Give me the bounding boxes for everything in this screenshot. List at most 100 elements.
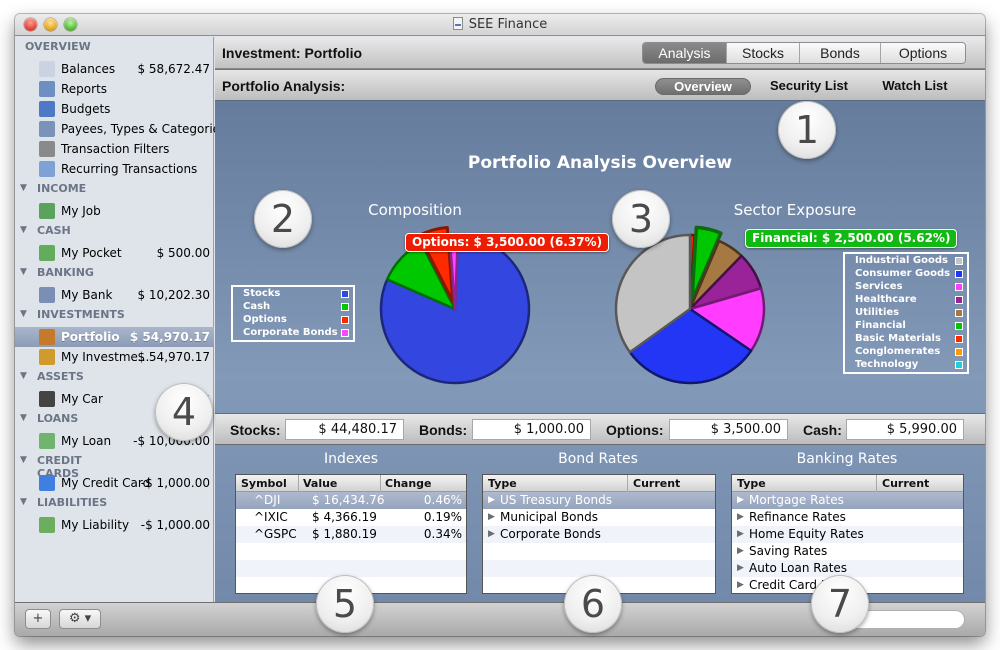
bonds-field[interactable]: $ 1,000.00 [472, 419, 591, 440]
column-symbol[interactable]: Symbol [241, 477, 287, 490]
window-title-text: SEE Finance [468, 17, 548, 32]
legend-swatch [955, 309, 963, 317]
sidebar-item-my-bank[interactable]: My Bank $ 10,202.30 [15, 285, 214, 305]
legend-entry: Conglomerates [855, 346, 963, 359]
disclosure-triangle-icon[interactable]: ▶ [737, 529, 744, 539]
portfolio-icon [39, 329, 55, 345]
legend-label: Options [243, 314, 287, 325]
action-menu-button[interactable]: ⚙ ▾ [59, 609, 101, 629]
disclosure-triangle-icon[interactable]: ▶ [737, 580, 744, 590]
column-change[interactable]: Change [385, 477, 432, 490]
sidebar-item-my-investme[interactable]: My Investme... $ 54,970.17 [15, 347, 214, 367]
column-divider[interactable] [627, 475, 628, 492]
legend-label: Corporate Bonds [243, 327, 338, 338]
disclosure-triangle-icon[interactable]: ▼ [20, 267, 27, 277]
column-current[interactable]: Current [633, 477, 680, 490]
callout-2: 2 [254, 190, 312, 248]
sidebar-item-my-credit-card[interactable]: My Credit Card -$ 1,000.00 [15, 473, 214, 493]
disclosure-triangle-icon[interactable]: ▼ [20, 497, 27, 507]
sidebar-item-amount: $ 54,970.17 [137, 350, 210, 364]
sidebar-item-label: My Car [61, 392, 103, 406]
column-type[interactable]: Type [488, 477, 517, 490]
disclosure-triangle-icon[interactable]: ▼ [20, 183, 27, 193]
subtab-watch-list[interactable]: Watch List [875, 78, 955, 95]
sidebar-item-label: Portfolio [61, 330, 120, 344]
balances-icon [39, 61, 55, 77]
sector-legend: Industrial Goods Consumer Goods Services He… [843, 252, 969, 374]
table-row[interactable]: ▶ Home Equity Rates [732, 526, 963, 543]
credit-card-icon [39, 475, 55, 491]
cash-field[interactable]: $ 5,990.00 [846, 419, 964, 440]
sidebar-item-payees-types-categories[interactable]: Payees, Types & Categories [15, 119, 226, 139]
tab-options[interactable]: Options [881, 43, 965, 63]
legend-swatch [955, 348, 963, 356]
legend-entry: Options [243, 314, 349, 327]
options-field[interactable]: $ 3,500.00 [669, 419, 788, 440]
disclosure-triangle-icon[interactable]: ▶ [737, 563, 744, 573]
tab-stocks[interactable]: Stocks [727, 43, 800, 63]
table-row[interactable]: ▶ Saving Rates [732, 543, 963, 560]
legend-label: Financial [855, 320, 906, 331]
table-row[interactable]: ▶ US Treasury Bonds [483, 492, 715, 509]
sidebar-item-transaction-filters[interactable]: Transaction Filters [15, 139, 214, 159]
legend-entry: Basic Materials [855, 333, 963, 346]
stocks-field[interactable]: $ 44,480.17 [285, 419, 404, 440]
sidebar-item-my-job[interactable]: My Job [15, 201, 214, 221]
options-label: Options: [606, 422, 664, 438]
tab-bonds[interactable]: Bonds [800, 43, 881, 63]
subtab-security-list[interactable]: Security List [763, 78, 855, 95]
composition-legend: Stocks Cash Options Corporate Bonds [231, 285, 355, 342]
disclosure-triangle-icon[interactable]: ▶ [737, 546, 744, 556]
sidebar-item-budgets[interactable]: Budgets [15, 99, 214, 119]
cell-symbol: ^GSPC [254, 527, 297, 541]
subtab-overview[interactable]: Overview [655, 78, 751, 95]
column-value[interactable]: Value [303, 477, 337, 490]
column-divider[interactable] [298, 475, 299, 492]
column-type[interactable]: Type [737, 477, 766, 490]
legend-entry: Healthcare [855, 294, 963, 307]
disclosure-triangle-icon[interactable]: ▼ [20, 371, 27, 381]
table-row[interactable]: ▶ Municipal Bonds [483, 509, 715, 526]
sidebar-item-balances[interactable]: Balances $ 58,672.47 [15, 59, 214, 79]
table-row[interactable]: ▶ Auto Loan Rates [732, 560, 963, 577]
table-row[interactable]: ^DJI $ 16,434.76 0.46% [236, 492, 466, 509]
disclosure-triangle-icon[interactable]: ▼ [20, 413, 27, 423]
legend-label: Cash [243, 301, 271, 312]
sidebar-item-my-pocket[interactable]: My Pocket $ 500.00 [15, 243, 214, 263]
sidebar-item-reports[interactable]: Reports [15, 79, 214, 99]
column-divider[interactable] [876, 475, 877, 492]
banking-rates-title: Banking Rates [796, 451, 898, 467]
legend-entry: Cash [243, 301, 349, 314]
disclosure-triangle-icon[interactable]: ▶ [737, 512, 744, 522]
table-row[interactable]: ^IXIC $ 4,366.19 0.19% [236, 509, 466, 526]
column-divider[interactable] [380, 475, 381, 492]
sidebar-item-my-liability[interactable]: My Liability -$ 1,000.00 [15, 515, 214, 535]
table-row[interactable]: ▶ Corporate Bonds [483, 526, 715, 543]
disclosure-triangle-icon[interactable]: ▼ [20, 225, 27, 235]
legend-swatch [955, 361, 963, 369]
cell-type: Saving Rates [749, 544, 828, 558]
sidebar-section-label: OVERVIEW [25, 40, 91, 53]
indexes-title: Indexes [323, 451, 379, 467]
sidebar-item-portfolio[interactable]: Portfolio $ 54,970.17 [15, 327, 214, 347]
cell-value: $ 1,880.19 [312, 527, 377, 541]
column-current[interactable]: Current [882, 477, 929, 490]
add-account-button[interactable]: + [25, 609, 51, 629]
cash-icon [39, 245, 55, 261]
disclosure-triangle-icon[interactable]: ▶ [737, 495, 744, 505]
table-row[interactable]: ▶ Mortgage Rates [732, 492, 963, 509]
sidebar-item-label: My Credit Card [61, 476, 151, 490]
sidebar-item-recurring-transactions[interactable]: Recurring Transactions [15, 159, 214, 179]
tab-analysis[interactable]: Analysis [643, 43, 727, 63]
indexes-table-header: Symbol Value Change [236, 475, 466, 492]
disclosure-triangle-icon[interactable]: ▼ [20, 309, 27, 319]
disclosure-triangle-icon[interactable]: ▶ [488, 529, 495, 539]
table-row[interactable]: ▶ Refinance Rates [732, 509, 963, 526]
disclosure-triangle-icon[interactable]: ▼ [20, 455, 27, 465]
legend-label: Stocks [243, 288, 281, 299]
sidebar-item-label: My Loan [61, 434, 112, 448]
sidebar-item-amount: $ 500.00 [156, 246, 210, 260]
table-row[interactable]: ^GSPC $ 1,880.19 0.34% [236, 526, 466, 543]
disclosure-triangle-icon[interactable]: ▶ [488, 495, 495, 505]
disclosure-triangle-icon[interactable]: ▶ [488, 512, 495, 522]
